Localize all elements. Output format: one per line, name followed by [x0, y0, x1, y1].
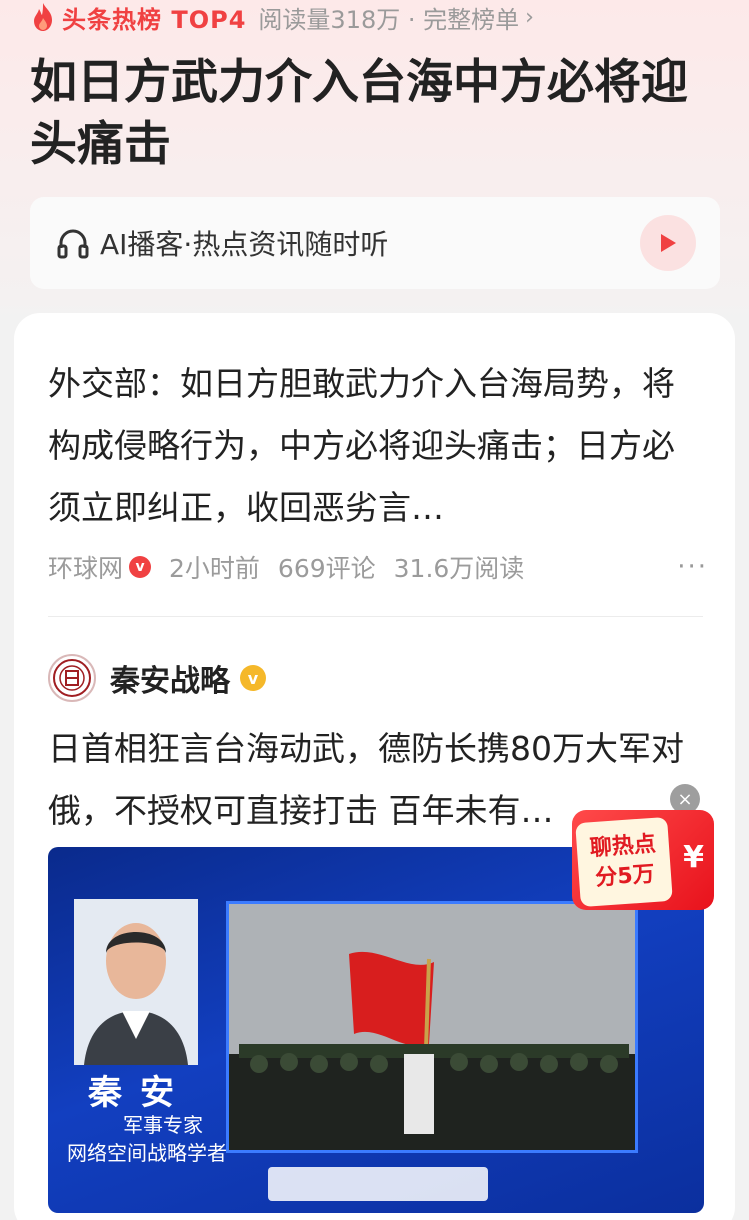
- promo-label: 聊热点 分5万: [575, 816, 673, 908]
- presenter-name: 秦安: [88, 1073, 192, 1113]
- hot-rank-bar[interactable]: 头条热榜 TOP4 阅读量318万 · 完整榜单 ›: [30, 0, 730, 34]
- podcast-label: AI播客·热点资讯随时听: [100, 228, 389, 261]
- presenter-role: 军事专家: [123, 1113, 203, 1137]
- presenter-image: [74, 899, 198, 1065]
- play-button[interactable]: [640, 215, 696, 271]
- news-reads: 31.6万阅读: [393, 554, 525, 583]
- flame-icon: [34, 3, 52, 31]
- avatar[interactable]: [48, 654, 96, 702]
- headphone-icon: [57, 229, 89, 259]
- verified-gold-icon: v: [240, 665, 266, 691]
- content-card: 外交部：如日方胆敢武力介入台海局势，将构成侵略行为，中方必将迎头痛击；日方必须立…: [14, 313, 735, 1220]
- divider: [48, 616, 703, 617]
- yen-icon: ¥: [683, 840, 704, 875]
- news-time: 2小时前: [169, 554, 260, 583]
- more-options-icon[interactable]: ···: [677, 552, 708, 582]
- author-row[interactable]: 秦安战略 v: [48, 653, 266, 703]
- rank-label: 头条热榜 TOP4: [62, 5, 247, 34]
- hot-topic-promo-button[interactable]: 聊热点 分5万 ¥: [572, 810, 714, 910]
- news-title[interactable]: 外交部：如日方胆敢武力介入台海局势，将构成侵略行为，中方必将迎头痛击；日方必须立…: [48, 353, 698, 539]
- author-name[interactable]: 秦安战略: [110, 656, 230, 700]
- video-caption-bar: [268, 1167, 488, 1201]
- presenter-title: 网络空间战略学者: [67, 1141, 227, 1165]
- verified-icon: v: [129, 556, 152, 578]
- seal-logo-icon: [53, 659, 91, 697]
- headline-title: 如日方武力介入台海中方必将迎头痛击: [30, 55, 688, 172]
- news-source[interactable]: 环球网: [48, 549, 123, 585]
- promo-line-1: 聊热点: [589, 831, 657, 862]
- play-icon: [661, 234, 676, 252]
- promo-line-2: 分5万: [594, 861, 656, 892]
- news-meta: 环球网 v 2小时前 669评论 31.6万阅读 ···: [48, 549, 708, 585]
- chevron-right-icon[interactable]: ›: [525, 5, 534, 30]
- parade-scene-image: [226, 901, 638, 1153]
- ai-podcast-bar[interactable]: AI播客·热点资讯随时听: [30, 197, 720, 289]
- rank-meta[interactable]: 阅读量318万 · 完整榜单: [258, 0, 519, 35]
- news-comments: 669评论: [277, 554, 376, 583]
